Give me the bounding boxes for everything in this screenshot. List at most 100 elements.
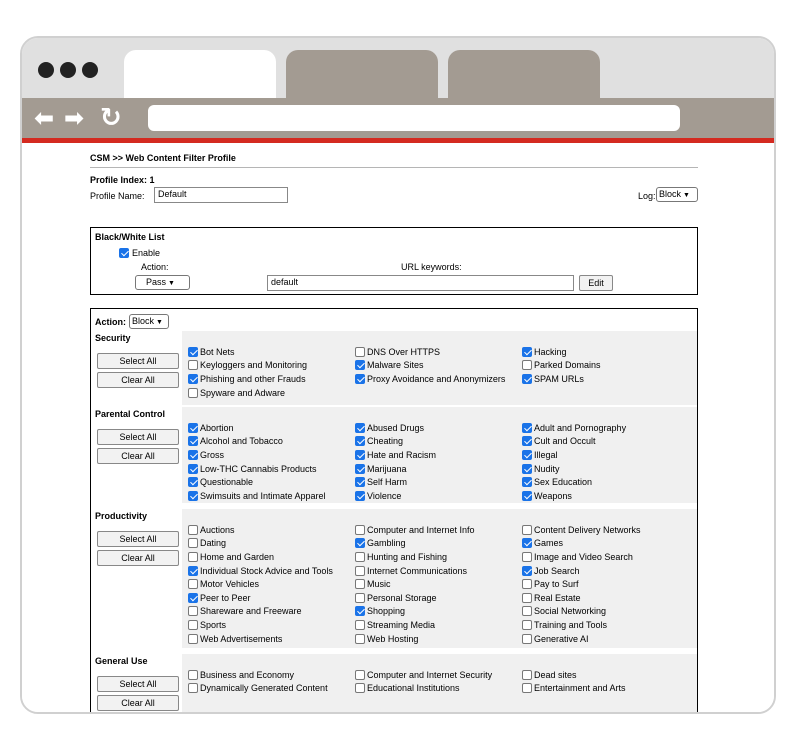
category-checkbox[interactable] bbox=[188, 360, 198, 371]
category-option[interactable]: Phishing and other Frauds bbox=[188, 372, 355, 386]
category-checkbox[interactable] bbox=[355, 579, 365, 590]
category-checkbox[interactable] bbox=[188, 669, 198, 680]
category-option[interactable]: Weapons bbox=[522, 489, 689, 503]
category-option[interactable]: Self Harm bbox=[355, 475, 522, 489]
reload-icon[interactable]: ↻ bbox=[100, 105, 122, 131]
category-option[interactable]: Real Estate bbox=[522, 591, 689, 605]
category-option[interactable]: Pay to Surf bbox=[522, 577, 689, 591]
category-checkbox[interactable] bbox=[522, 538, 532, 549]
category-checkbox[interactable] bbox=[522, 579, 532, 590]
select-all-button[interactable]: Select All bbox=[97, 429, 179, 445]
browser-tab-active[interactable] bbox=[124, 50, 276, 98]
window-dot-icon[interactable] bbox=[38, 62, 54, 78]
category-checkbox[interactable] bbox=[355, 606, 365, 617]
category-option[interactable]: Business and Economy bbox=[188, 668, 355, 682]
category-checkbox[interactable] bbox=[188, 422, 198, 433]
clear-all-button[interactable]: Clear All bbox=[97, 448, 179, 464]
category-checkbox[interactable] bbox=[355, 524, 365, 535]
category-option[interactable]: Questionable bbox=[188, 475, 355, 489]
select-all-button[interactable]: Select All bbox=[97, 353, 179, 369]
category-option[interactable]: Games bbox=[522, 537, 689, 551]
category-checkbox[interactable] bbox=[355, 422, 365, 433]
category-option[interactable]: Cheating bbox=[355, 435, 522, 449]
forward-arrow-icon[interactable]: ➡ bbox=[64, 106, 84, 130]
category-option[interactable]: Nudity bbox=[522, 462, 689, 476]
category-option[interactable]: Content Delivery Networks bbox=[522, 523, 689, 537]
category-checkbox[interactable] bbox=[188, 477, 198, 488]
clear-all-button[interactable]: Clear All bbox=[97, 550, 179, 566]
window-dot-icon[interactable] bbox=[82, 62, 98, 78]
category-checkbox[interactable] bbox=[355, 449, 365, 460]
category-checkbox[interactable] bbox=[522, 551, 532, 562]
enable-checkbox[interactable] bbox=[119, 248, 129, 258]
category-checkbox[interactable] bbox=[188, 565, 198, 576]
category-checkbox[interactable] bbox=[188, 490, 198, 501]
category-checkbox[interactable] bbox=[355, 619, 365, 630]
category-checkbox[interactable] bbox=[188, 551, 198, 562]
category-option[interactable]: Internet Communications bbox=[355, 564, 522, 578]
category-option[interactable]: Hunting and Fishing bbox=[355, 550, 522, 564]
clear-all-button[interactable]: Clear All bbox=[97, 372, 179, 388]
url-keywords-input[interactable]: default bbox=[267, 275, 574, 291]
category-option[interactable]: Dating bbox=[188, 537, 355, 551]
category-option[interactable]: Malware Sites bbox=[355, 359, 522, 373]
category-option[interactable]: Individual Stock Advice and Tools bbox=[188, 564, 355, 578]
enable-checkbox-row[interactable]: Enable bbox=[119, 248, 160, 258]
category-checkbox[interactable] bbox=[522, 463, 532, 474]
category-option[interactable]: Abortion bbox=[188, 421, 355, 435]
category-option[interactable]: Abused Drugs bbox=[355, 421, 522, 435]
category-option[interactable]: Generative AI bbox=[522, 632, 689, 646]
select-all-button[interactable]: Select All bbox=[97, 531, 179, 547]
category-checkbox[interactable] bbox=[188, 633, 198, 644]
category-option[interactable]: Computer and Internet Info bbox=[355, 523, 522, 537]
category-option[interactable]: Shopping bbox=[355, 605, 522, 619]
category-checkbox[interactable] bbox=[522, 477, 532, 488]
category-checkbox[interactable] bbox=[522, 565, 532, 576]
bw-action-select[interactable]: Pass ▼ bbox=[135, 275, 190, 290]
category-checkbox[interactable] bbox=[522, 592, 532, 603]
category-option[interactable]: Bot Nets bbox=[188, 345, 355, 359]
category-checkbox[interactable] bbox=[355, 683, 365, 694]
category-option[interactable]: Gross bbox=[188, 448, 355, 462]
profile-name-input[interactable]: Default bbox=[154, 187, 288, 203]
category-checkbox[interactable] bbox=[188, 683, 198, 694]
category-checkbox[interactable] bbox=[355, 490, 365, 501]
category-option[interactable]: Proxy Avoidance and Anonymizers bbox=[355, 372, 522, 386]
category-checkbox[interactable] bbox=[522, 373, 532, 384]
category-checkbox[interactable] bbox=[355, 477, 365, 488]
category-option[interactable]: Marijuana bbox=[355, 462, 522, 476]
category-option[interactable]: Home and Garden bbox=[188, 550, 355, 564]
category-option[interactable]: Motor Vehicles bbox=[188, 577, 355, 591]
category-option[interactable]: Web Advertisements bbox=[188, 632, 355, 646]
browser-tab[interactable] bbox=[286, 50, 438, 98]
category-option[interactable]: Image and Video Search bbox=[522, 550, 689, 564]
category-option[interactable]: Swimsuits and Intimate Apparel bbox=[188, 489, 355, 503]
category-option[interactable]: Entertainment and Arts bbox=[522, 682, 689, 696]
category-option[interactable]: Parked Domains bbox=[522, 359, 689, 373]
category-checkbox[interactable] bbox=[522, 669, 532, 680]
category-checkbox[interactable] bbox=[522, 619, 532, 630]
category-option[interactable]: Sports bbox=[188, 618, 355, 632]
category-checkbox[interactable] bbox=[522, 360, 532, 371]
clear-all-button[interactable]: Clear All bbox=[97, 695, 179, 711]
category-option[interactable]: Spyware and Adware bbox=[188, 386, 355, 400]
category-checkbox[interactable] bbox=[188, 463, 198, 474]
category-checkbox[interactable] bbox=[522, 490, 532, 501]
category-option[interactable]: DNS Over HTTPS bbox=[355, 345, 522, 359]
category-checkbox[interactable] bbox=[355, 669, 365, 680]
category-option[interactable]: Low-THC Cannabis Products bbox=[188, 462, 355, 476]
category-option[interactable]: Alcohol and Tobacco bbox=[188, 435, 355, 449]
select-all-button[interactable]: Select All bbox=[97, 676, 179, 692]
category-option[interactable]: Dynamically Generated Content bbox=[188, 682, 355, 696]
category-option[interactable]: Educational Institutions bbox=[355, 682, 522, 696]
category-option[interactable]: Social Networking bbox=[522, 605, 689, 619]
edit-button[interactable]: Edit bbox=[579, 275, 613, 291]
category-option[interactable]: Shareware and Freeware bbox=[188, 605, 355, 619]
category-option[interactable]: Adult and Pornography bbox=[522, 421, 689, 435]
browser-tab[interactable] bbox=[448, 50, 600, 98]
category-checkbox[interactable] bbox=[355, 565, 365, 576]
category-checkbox[interactable] bbox=[188, 373, 198, 384]
category-option[interactable]: Personal Storage bbox=[355, 591, 522, 605]
category-checkbox[interactable] bbox=[522, 606, 532, 617]
category-checkbox[interactable] bbox=[355, 373, 365, 384]
